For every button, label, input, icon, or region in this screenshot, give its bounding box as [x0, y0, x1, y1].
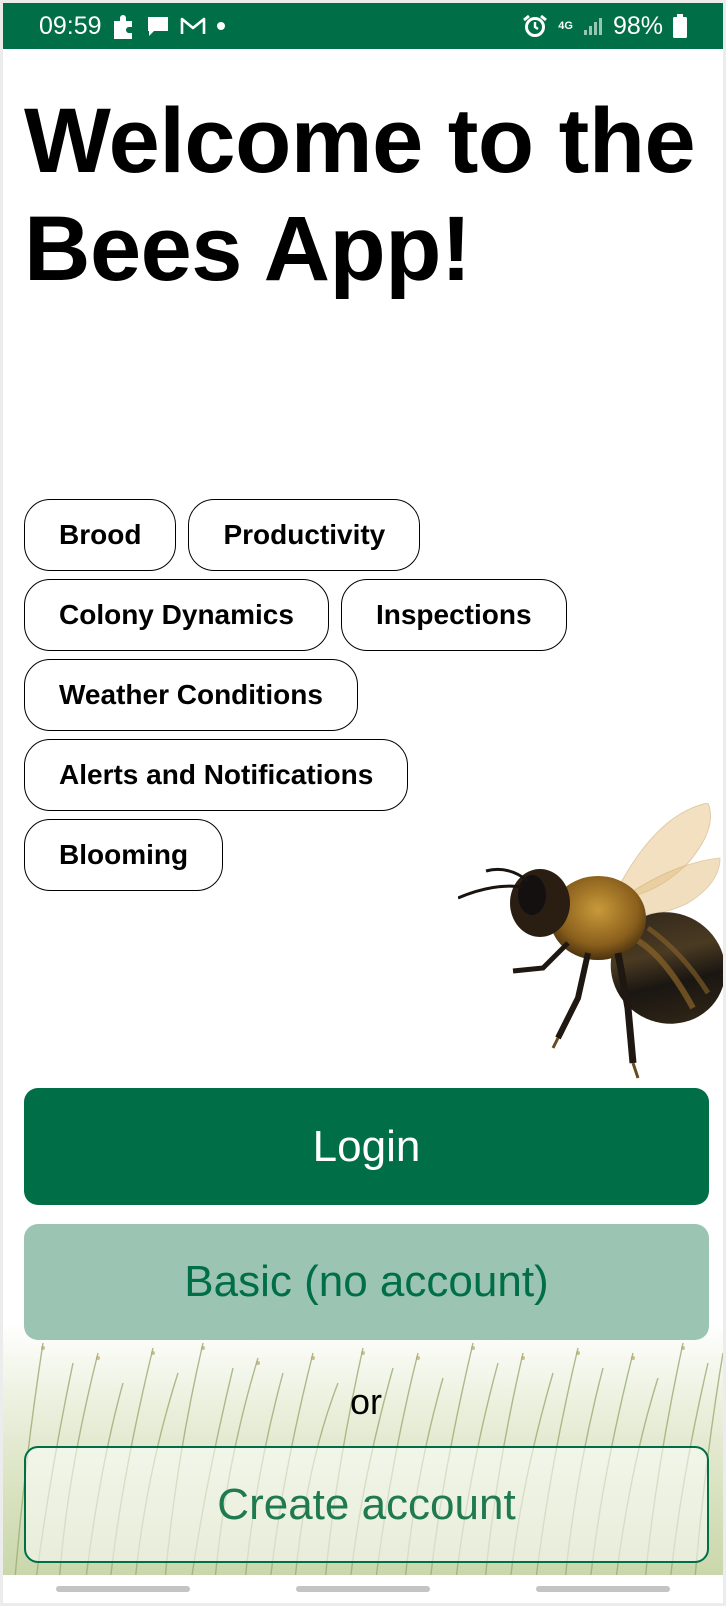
chip-row: Weather Conditions — [24, 659, 704, 731]
navigation-bar — [3, 1575, 723, 1603]
app-screen: 09:59 4G 98% Welcome to the Bees App! Br… — [3, 3, 723, 1603]
bee-illustration — [458, 803, 723, 1079]
chip-row: Brood Productivity — [24, 499, 704, 571]
create-account-button[interactable]: Create account — [24, 1446, 709, 1563]
puzzle-icon — [112, 13, 136, 39]
nav-recent-apps[interactable] — [56, 1586, 190, 1592]
dot-icon — [216, 21, 226, 31]
basic-no-account-button[interactable]: Basic (no account) — [24, 1224, 709, 1340]
chip-productivity[interactable]: Productivity — [188, 499, 421, 571]
chip-colony-dynamics[interactable]: Colony Dynamics — [24, 579, 329, 651]
nav-home[interactable] — [296, 1586, 430, 1592]
gmail-icon — [180, 16, 206, 36]
signal-icon — [583, 16, 603, 36]
welcome-title: Welcome to the Bees App! — [24, 90, 696, 300]
or-separator: or — [349, 1381, 382, 1422]
chip-row: Colony Dynamics Inspections — [24, 579, 704, 651]
chip-blooming[interactable]: Blooming — [24, 819, 224, 891]
login-button[interactable]: Login — [24, 1088, 709, 1205]
chip-weather-conditions[interactable]: Weather Conditions — [24, 659, 358, 731]
status-bar: 09:59 4G 98% — [3, 3, 723, 49]
chat-icon — [146, 15, 170, 37]
status-time: 09:59 — [39, 11, 102, 40]
battery-icon — [673, 14, 687, 38]
battery-percent: 98% — [612, 11, 663, 40]
chip-alerts-and-notifications[interactable]: Alerts and Notifications — [24, 739, 409, 811]
chip-row: Alerts and Notifications — [24, 739, 704, 811]
network-type-icon: 4G — [558, 20, 573, 32]
chip-inspections[interactable]: Inspections — [340, 579, 567, 651]
alarm-icon — [522, 13, 548, 39]
nav-back[interactable] — [536, 1586, 670, 1592]
chip-brood[interactable]: Brood — [24, 499, 177, 571]
